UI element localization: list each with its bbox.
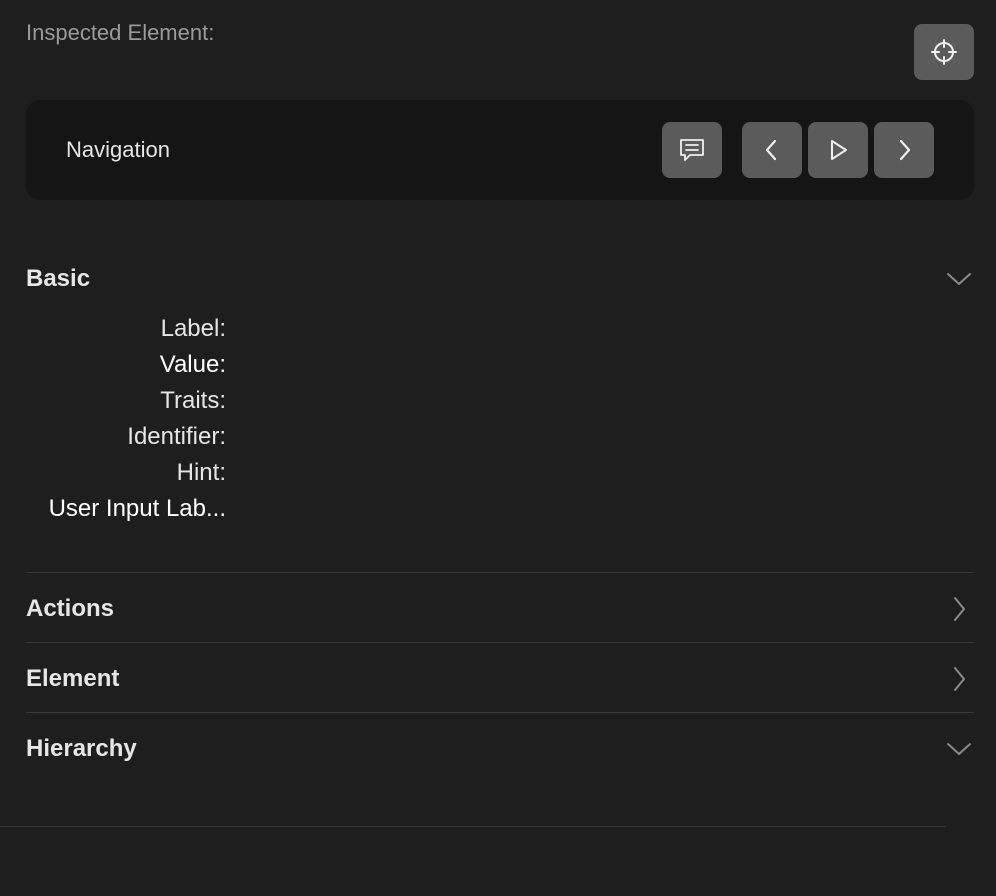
play-icon xyxy=(825,137,851,163)
navigation-label: Navigation xyxy=(66,137,170,162)
chevron-right-icon xyxy=(891,137,917,163)
section-divider xyxy=(26,642,974,643)
field-label-hint: Hint: xyxy=(176,459,226,486)
field-label-value: Value: xyxy=(159,351,226,378)
hierarchy-disclosure-chevron-down-icon[interactable] xyxy=(944,734,974,764)
field-label-identifier: Identifier: xyxy=(127,423,226,450)
element-section-header[interactable]: Element xyxy=(26,665,119,693)
field-label-traits: Traits: xyxy=(160,387,226,414)
basic-section-header[interactable]: Basic xyxy=(26,265,90,293)
hierarchy-section-header[interactable]: Hierarchy xyxy=(26,735,137,763)
section-divider xyxy=(26,572,974,573)
element-disclosure-chevron-right-icon[interactable] xyxy=(944,664,974,694)
field-label-label: Label: xyxy=(160,315,226,342)
crosshair-icon xyxy=(929,37,959,67)
inspect-target-button[interactable] xyxy=(914,24,974,80)
actions-disclosure-chevron-right-icon[interactable] xyxy=(944,594,974,624)
previous-button[interactable] xyxy=(742,122,802,178)
chevron-left-icon xyxy=(759,137,785,163)
next-button[interactable] xyxy=(874,122,934,178)
speech-bubble-icon xyxy=(677,135,707,165)
speak-button[interactable] xyxy=(662,122,722,178)
actions-section-header[interactable]: Actions xyxy=(26,595,114,623)
section-divider xyxy=(26,712,974,713)
basic-disclosure-chevron-down-icon[interactable] xyxy=(944,264,974,294)
navigation-panel: Navigation xyxy=(26,100,974,200)
field-label-user-input-labels: User Input Lab... xyxy=(48,495,226,522)
play-button[interactable] xyxy=(808,122,868,178)
inspected-element-title: Inspected Element: xyxy=(26,20,215,45)
bottom-divider xyxy=(0,826,946,827)
